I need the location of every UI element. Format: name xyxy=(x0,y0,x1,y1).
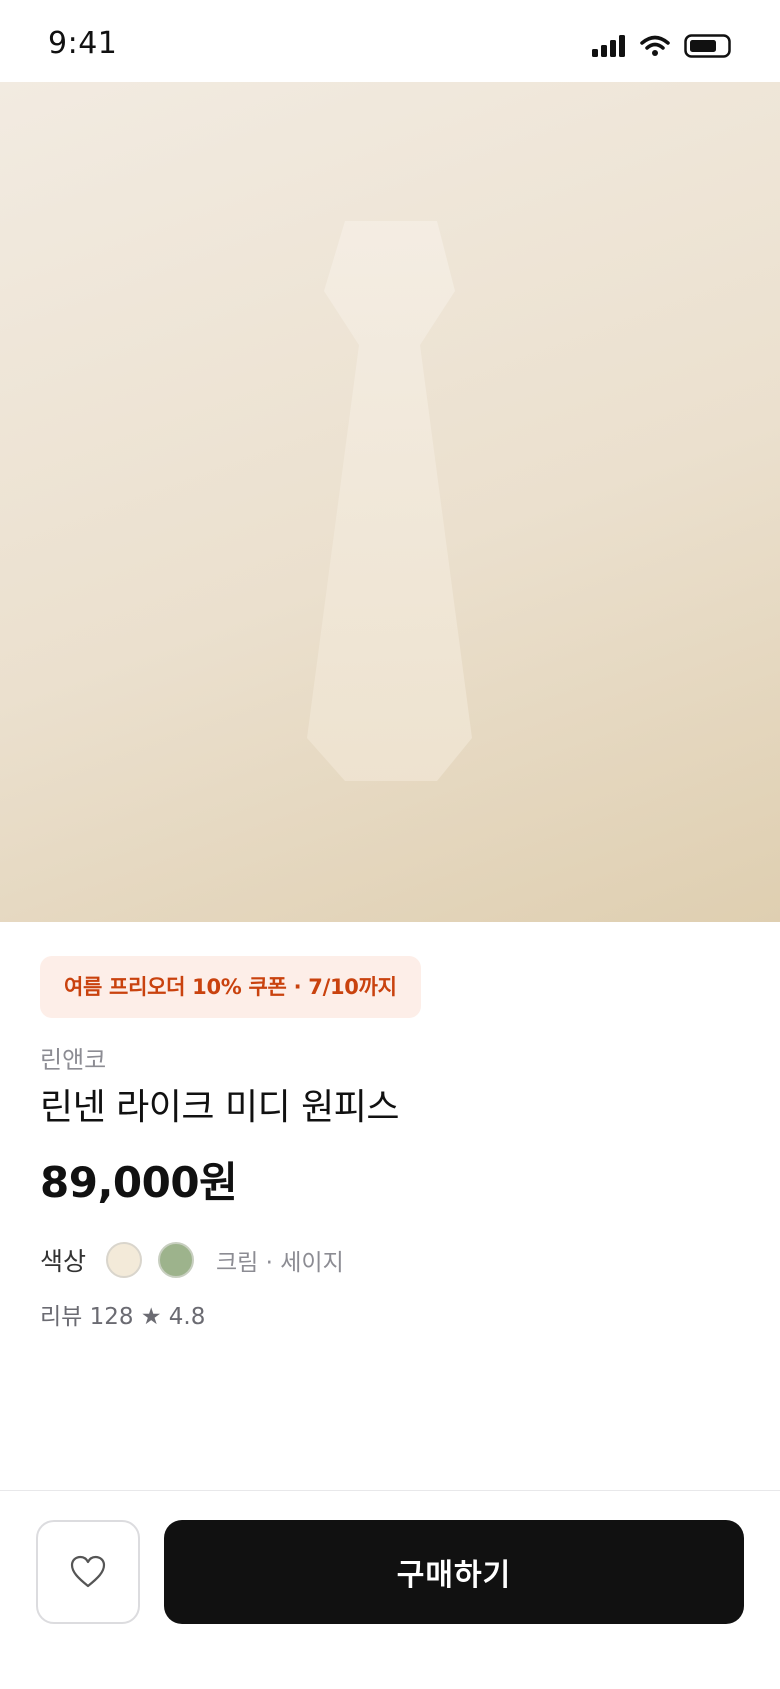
product-title: 린넨 라이크 미디 원피스 xyxy=(40,1087,400,1128)
wishlist-button[interactable] xyxy=(36,1520,140,1624)
coupon-badge[interactable]: 여름 프리오더 10% 쿠폰 · 7/10까지 xyxy=(40,956,421,1018)
signal-icon xyxy=(592,35,625,57)
brand-name[interactable]: 린앤코 xyxy=(40,1044,740,1076)
color-swatch-cream[interactable] xyxy=(106,1242,143,1278)
product-price: 89,000원 xyxy=(40,1158,238,1207)
status-bar: 9:41 xyxy=(0,0,780,82)
heart-outline-icon xyxy=(70,1555,106,1588)
color-swatch-sage[interactable] xyxy=(158,1242,195,1278)
buy-button[interactable]: 구매하기 xyxy=(164,1520,744,1624)
product-image xyxy=(0,82,780,922)
battery-icon xyxy=(684,34,731,58)
product-info: 여름 프리오더 10% 쿠폰 · 7/10까지 린앤코 린넨 라이크 미디 원피… xyxy=(40,956,740,1334)
bottom-action-bar: 구매하기 xyxy=(0,1490,780,1689)
color-names: 크림 · 세이지 xyxy=(216,1250,344,1276)
wifi-icon xyxy=(640,35,670,56)
status-icons xyxy=(592,34,732,58)
status-time: 9:41 xyxy=(48,26,118,61)
color-label: 색상 xyxy=(40,1247,87,1276)
review-summary[interactable]: 리뷰 128 ★ 4.8 xyxy=(40,1300,740,1334)
color-selector: 색상 크림 · 세이지 xyxy=(40,1240,740,1280)
dress-illustration xyxy=(307,221,472,781)
